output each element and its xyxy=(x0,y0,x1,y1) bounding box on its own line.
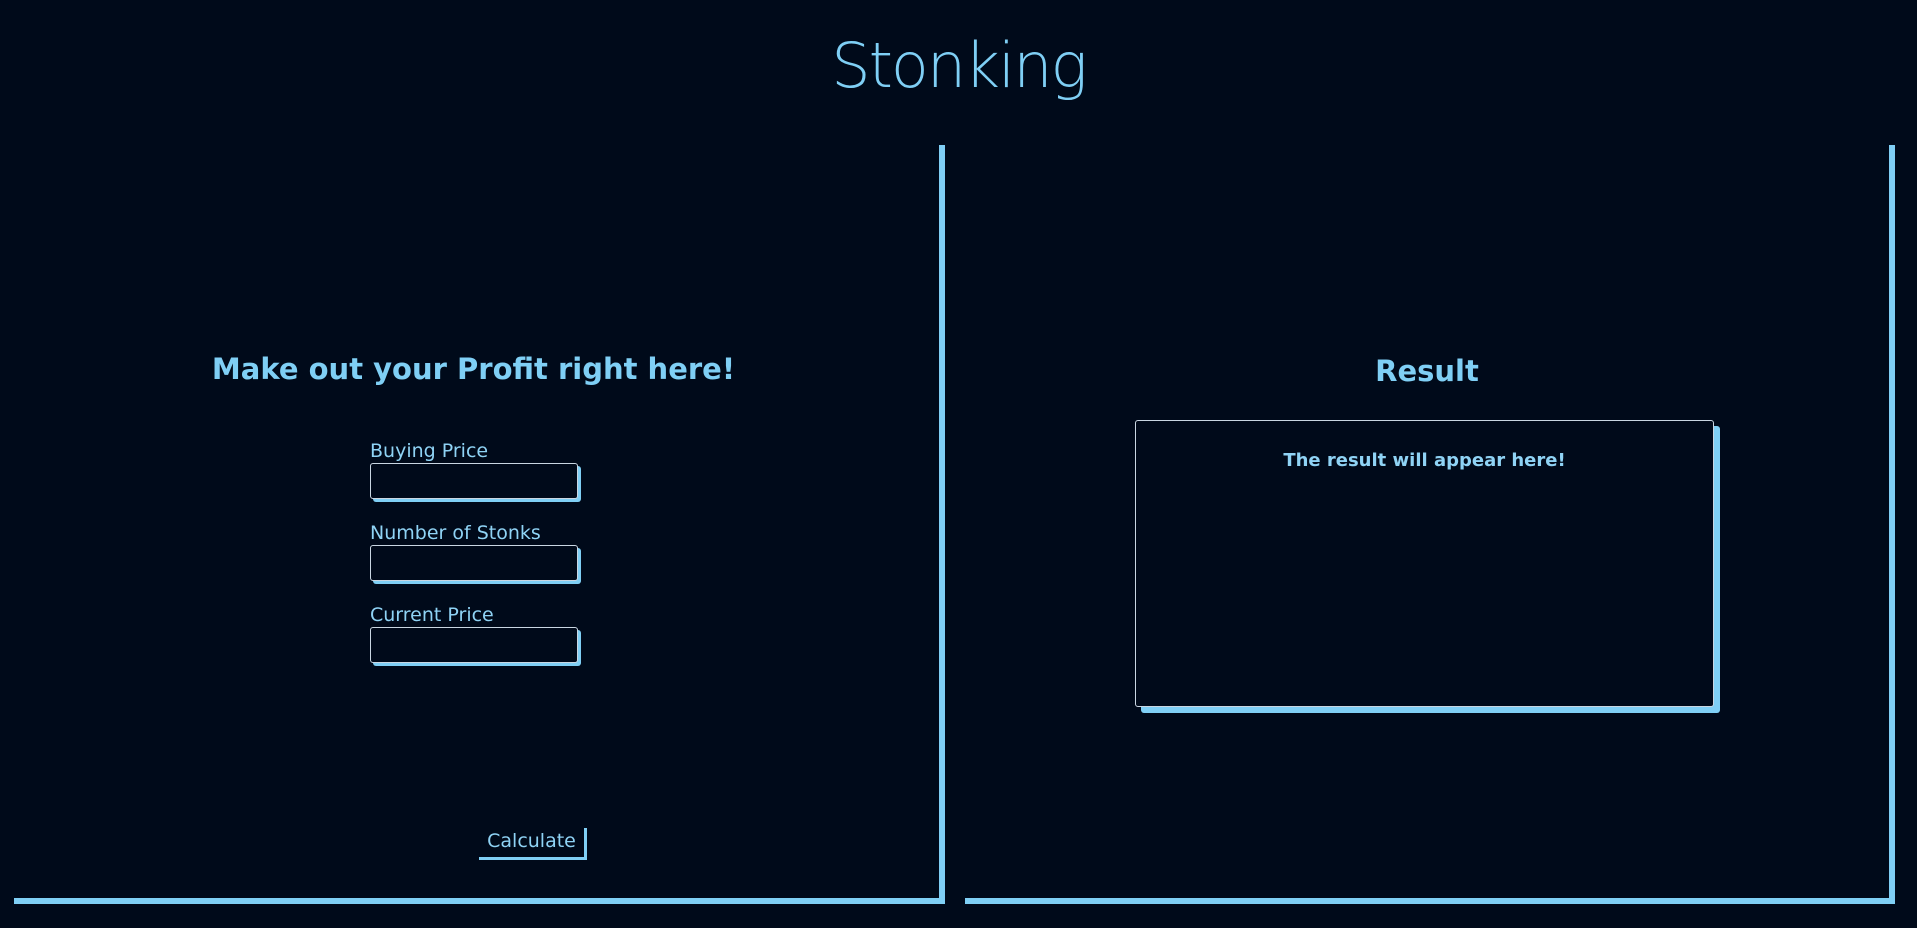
number-of-stonks-label: Number of Stonks xyxy=(370,522,541,544)
buying-price-label: Buying Price xyxy=(370,440,489,462)
app-title: Stonking xyxy=(831,29,1088,102)
result-box: The result will appear here! xyxy=(1135,420,1714,707)
calculator-form: Buying Price Number of Stonks Current Pr… xyxy=(370,439,590,685)
number-of-stonks-input[interactable] xyxy=(370,545,578,581)
current-price-label: Current Price xyxy=(370,604,494,626)
buying-price-input[interactable] xyxy=(370,463,578,499)
calculate-button[interactable]: Calculate xyxy=(479,828,587,860)
calculator-heading: Make out your Profit right here! xyxy=(211,352,736,386)
result-heading: Result xyxy=(1375,354,1479,388)
calculator-panel: Make out your Profit right here! Buying … xyxy=(14,145,945,904)
result-message: The result will appear here! xyxy=(1283,450,1566,471)
current-price-input[interactable] xyxy=(370,627,578,663)
result-panel: Result The result will appear here! xyxy=(965,145,1895,904)
